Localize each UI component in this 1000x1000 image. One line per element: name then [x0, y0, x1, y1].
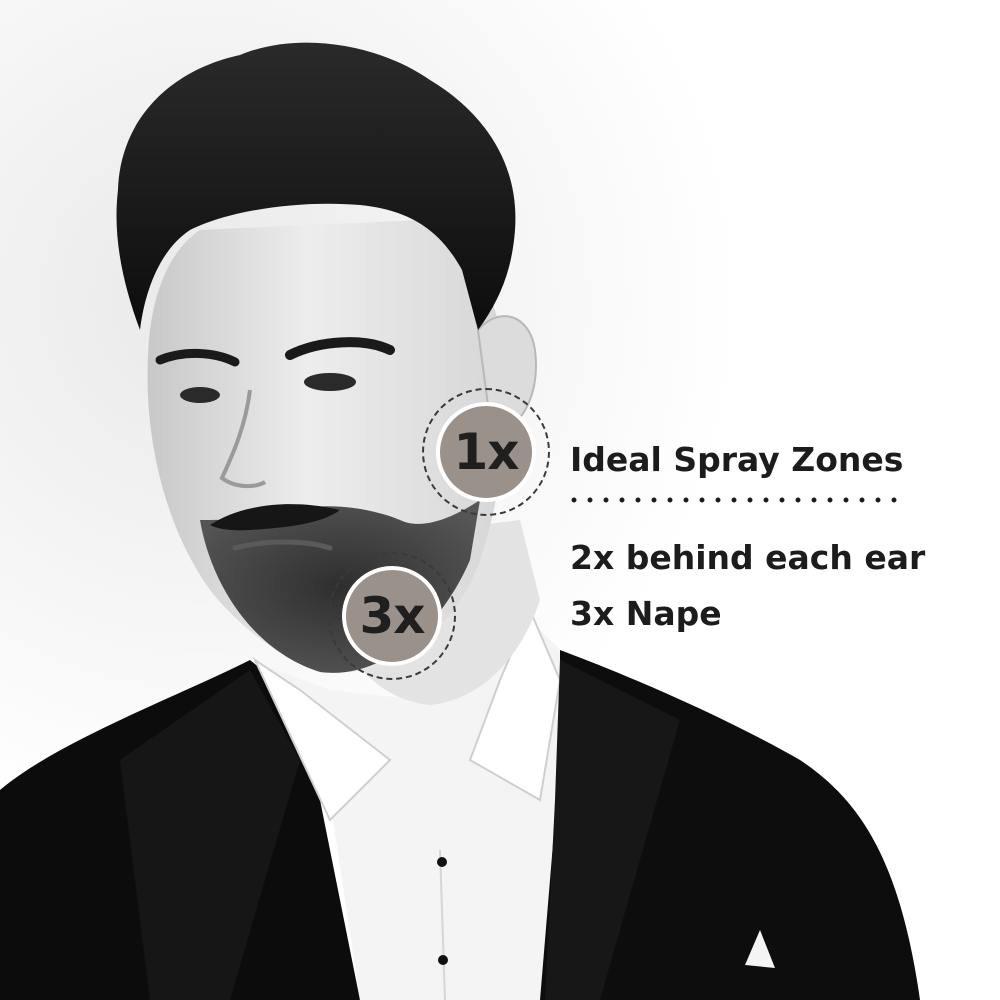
badge-label: 1x [436, 402, 536, 502]
info-heading: Ideal Spray Zones [570, 440, 904, 479]
eye-right [304, 373, 356, 391]
badge-label: 3x [342, 566, 442, 666]
shirt-button [438, 955, 448, 965]
dotted-divider [571, 497, 909, 503]
product-infographic: 1x 3x Ideal Spray Zones 2x behind each e… [0, 0, 1000, 1000]
info-line-behind-ear: 2x behind each ear [570, 538, 926, 577]
shirt-button [437, 857, 447, 867]
info-line-nape: 3x Nape [570, 594, 722, 633]
spray-zone-badge-3x: 3x [328, 552, 456, 680]
eye-left [180, 387, 220, 403]
spray-zone-badge-1x: 1x [422, 388, 550, 516]
